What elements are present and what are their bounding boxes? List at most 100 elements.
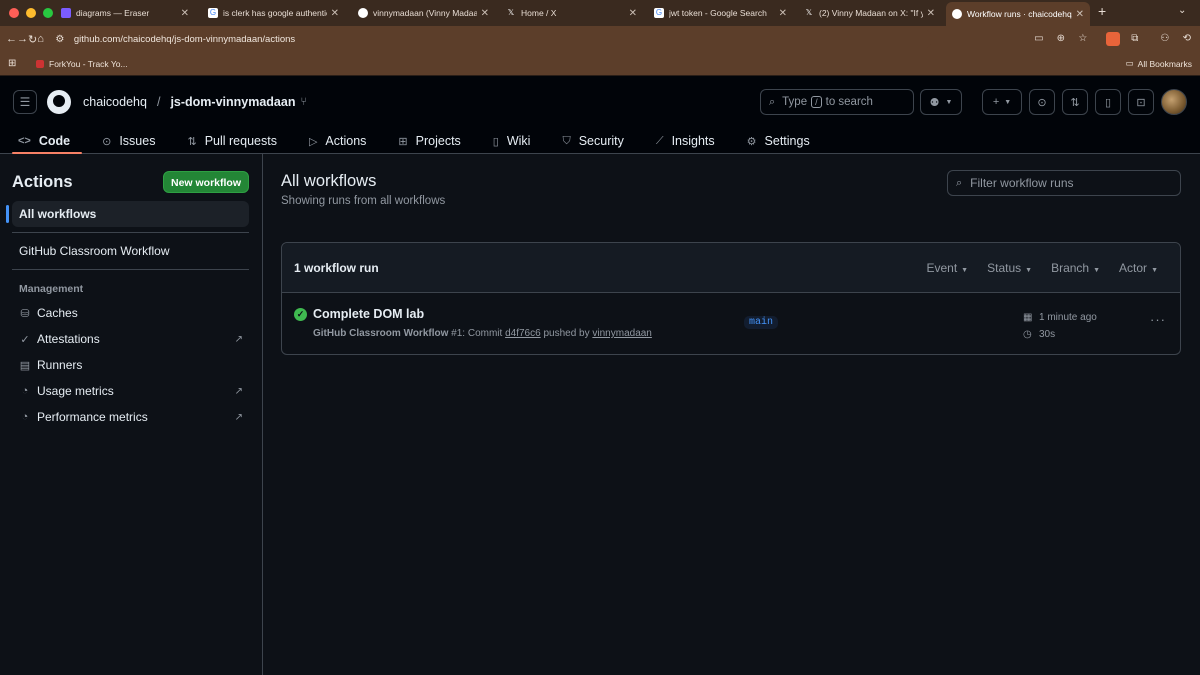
browser-toolbar-icons: ▭ ⊕ ☆ ⧉ ⚇ ⟲ ▯ ⋮: [1032, 32, 1200, 46]
filter-label: Status: [987, 260, 1022, 275]
extensions-puzzle-icon[interactable]: ⧉: [1128, 32, 1142, 46]
close-tab-icon[interactable]: ✕: [481, 8, 489, 19]
browser-tab[interactable]: G is clerk has google authentica ✕: [202, 3, 345, 23]
external-link-icon: ↗: [234, 333, 243, 345]
browser-tab[interactable]: 𝕏 Home / X ✕: [500, 3, 643, 23]
tab-settings[interactable]: ⚙ Settings: [741, 128, 816, 153]
all-bookmarks-button[interactable]: ▭ All Bookmarks: [1126, 58, 1192, 69]
calendar-icon: ▦: [1023, 312, 1033, 323]
tab-search-chevron-icon[interactable]: ⌄: [1178, 5, 1186, 16]
url-field[interactable]: ⚙ github.com/chaicodehq/js-dom-vinnymada…: [51, 29, 932, 49]
sidebar-item-caches[interactable]: ⛁ Caches: [12, 300, 249, 326]
issue-icon: ⊙: [102, 135, 112, 148]
meter-icon: ◔: [21, 411, 29, 423]
search-input[interactable]: ⌕ Type / to search: [760, 89, 914, 115]
tab-insights[interactable]: ⟋ Insights: [650, 128, 721, 153]
repo-name-link[interactable]: js-dom-vinnymadaan: [170, 95, 295, 109]
bookmark-star-icon[interactable]: ☆: [1076, 32, 1090, 46]
repo-owner-link[interactable]: chaicodehq: [83, 95, 147, 109]
inbox-button[interactable]: ⊡: [1128, 89, 1154, 115]
home-icon[interactable]: ⌂: [37, 33, 44, 45]
browser-tab-active[interactable]: Workflow runs · chaicodehq/js- ✕: [946, 2, 1090, 26]
reload-icon[interactable]: ↻: [28, 33, 37, 46]
close-tab-icon[interactable]: ✕: [181, 8, 189, 19]
copilot-button[interactable]: ⚉ ▼: [920, 89, 962, 115]
tab-title: Workflow runs · chaicodehq/js-: [967, 9, 1072, 19]
maximize-window-button[interactable]: [43, 8, 53, 18]
tab-projects[interactable]: ⊞ Projects: [392, 128, 466, 153]
history-icon[interactable]: ⟲: [1180, 32, 1194, 46]
close-tab-icon[interactable]: ✕: [629, 8, 637, 19]
close-tab-icon[interactable]: ✕: [779, 8, 787, 19]
table-icon: ⊞: [398, 135, 408, 148]
pull-request-icon: ⇅: [1070, 96, 1080, 109]
close-tab-icon[interactable]: ✕: [1076, 9, 1084, 20]
sidebar-item-attestations[interactable]: ✓ Attestations ↗: [12, 326, 249, 352]
repo-nav: <> Code ⊙ Issues ⇅ Pull requests ▷ Actio…: [0, 128, 1200, 154]
chevron-down-icon: ▼: [1025, 266, 1033, 274]
search-shortcut-key: /: [811, 96, 822, 108]
avatar[interactable]: [1161, 89, 1187, 115]
tab-label: Actions: [325, 134, 367, 148]
workflow-run-row[interactable]: ✓ Complete DOM lab GitHub Classroom Work…: [282, 293, 1180, 354]
event-filter-dropdown[interactable]: Event ▼: [926, 261, 968, 275]
sidebar-item-workflow[interactable]: GitHub Classroom Workflow: [12, 238, 249, 264]
github-icon: [358, 8, 368, 18]
new-workflow-button[interactable]: New workflow: [162, 171, 249, 193]
github-logo-icon[interactable]: [47, 90, 71, 114]
browser-tab[interactable]: G jwt token - Google Search ✕: [648, 3, 793, 23]
workflow-runs-box: 1 workflow run Event ▼ Status ▼ Branch ▼ Ac…: [281, 242, 1181, 355]
tab-issues[interactable]: ⊙ Issues: [96, 128, 161, 153]
site-info-icon[interactable]: ⚙: [52, 34, 68, 45]
browser-tab[interactable]: vinnymadaan (Vinny Madaan) ✕: [352, 3, 495, 23]
close-tab-icon[interactable]: ✕: [927, 8, 935, 19]
issues-button[interactable]: ⊙: [1029, 89, 1055, 115]
branch-filter-dropdown[interactable]: Branch ▼: [1051, 261, 1100, 275]
cast-icon[interactable]: ▭: [1032, 32, 1046, 46]
tab-code[interactable]: <> Code: [12, 128, 83, 154]
hamburger-menu-icon[interactable]: ☰: [13, 90, 37, 114]
minimize-window-button[interactable]: [26, 8, 36, 18]
branch-label[interactable]: main: [744, 316, 779, 329]
browser-tab[interactable]: 𝕏 (2) Vinny Madaan on X: "If yo ✕: [798, 3, 941, 23]
close-tab-icon[interactable]: ✕: [331, 8, 339, 19]
tab-label: Code: [38, 134, 71, 148]
forward-arrow-icon[interactable]: →: [17, 33, 28, 45]
tab-actions[interactable]: ▷ Actions: [303, 128, 372, 153]
pull-requests-button[interactable]: ⇅: [1062, 89, 1088, 115]
sidebar-item-runners[interactable]: ▤ Runners: [12, 352, 249, 378]
tab-pull-requests[interactable]: ⇅ Pull requests: [181, 128, 282, 153]
new-tab-button[interactable]: +: [1098, 3, 1106, 19]
breadcrumb-separator: /: [156, 95, 161, 109]
run-timing: ▦ 1 minute ago ◷ 30s: [1023, 309, 1097, 343]
extension-brave-icon[interactable]: [1105, 32, 1120, 46]
discussions-button[interactable]: ▯: [1095, 89, 1121, 115]
close-window-button[interactable]: [9, 8, 19, 18]
status-filter-dropdown[interactable]: Status ▼: [987, 261, 1032, 275]
bookmark-label: ForkYou - Track Yo...: [49, 58, 128, 69]
sidebar-item-all-workflows[interactable]: All workflows: [6, 201, 249, 227]
inbox-icon: ⊡: [1136, 96, 1146, 109]
tab-security[interactable]: ⛉ Security: [556, 128, 629, 153]
sidebar-item-performance-metrics[interactable]: ◔ Performance metrics ↗: [12, 404, 249, 430]
tab-wiki[interactable]: ▯ Wiki: [487, 128, 537, 153]
sidebar-header: Actions New workflow: [12, 170, 249, 194]
external-link-icon: ↗: [234, 385, 243, 397]
issue-icon: ⊙: [1037, 96, 1047, 109]
back-arrow-icon[interactable]: ←: [6, 33, 17, 45]
bookmark-item[interactable]: ForkYou - Track Yo...: [36, 59, 128, 69]
browser-tab[interactable]: diagrams — Eraser ✕: [55, 3, 195, 23]
actor-link[interactable]: vinnymadaan: [592, 328, 651, 339]
commit-sha-link[interactable]: d4f76c6: [505, 328, 541, 339]
devtools-icon[interactable]: ⚇: [1158, 32, 1172, 46]
sidebar-item-label: Runners: [37, 358, 83, 372]
sidebar-item-usage-metrics[interactable]: ◔ Usage metrics ↗: [12, 378, 249, 404]
apps-grid-icon[interactable]: ⊞: [8, 58, 20, 69]
zoom-icon[interactable]: ⊕: [1054, 32, 1068, 46]
run-options-kebab-icon[interactable]: ···: [1150, 312, 1166, 327]
create-new-button[interactable]: + ▼: [982, 89, 1022, 115]
run-title-link[interactable]: Complete DOM lab: [313, 307, 424, 321]
actor-filter-dropdown[interactable]: Actor ▼: [1119, 261, 1158, 275]
content-header: All workflows Showing runs from all work…: [281, 170, 1181, 228]
filter-runs-input[interactable]: ⌕ Filter workflow runs: [947, 170, 1181, 196]
